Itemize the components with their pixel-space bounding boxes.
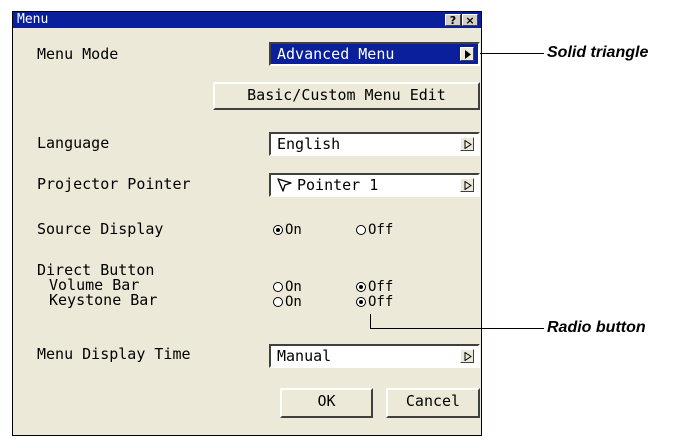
window-title: Menu [17,12,49,27]
radio-unselected-icon [356,225,366,235]
outline-triangle-icon[interactable] [460,137,474,151]
volume-bar-on-radio[interactable]: On [273,279,302,295]
source-display-label: Source Display [37,220,164,238]
source-display-on-radio[interactable]: On [273,222,302,238]
language-value: English [277,135,341,153]
help-button[interactable]: ? [445,14,461,27]
ok-button[interactable]: OK [280,388,373,418]
projector-pointer-value: Pointer 1 [297,176,379,194]
menu-dialog: Menu ? × Menu Mode Advanced Menu Basic/C… [12,11,482,436]
annotation-leader-line [480,53,544,54]
outline-triangle-icon[interactable] [460,349,474,363]
volume-bar-off-radio[interactable]: Off [356,279,393,295]
cancel-button[interactable]: Cancel [386,388,480,418]
keystone-bar-off-radio[interactable]: Off [356,294,393,310]
close-button[interactable]: × [462,14,478,27]
radio-unselected-icon [273,282,283,292]
menu-display-time-select[interactable]: Manual [269,344,480,368]
basic-custom-menu-edit-button[interactable]: Basic/Custom Menu Edit [213,82,480,110]
language-label: Language [37,134,110,152]
source-display-off-radio[interactable]: Off [356,222,393,238]
projector-pointer-label: Projector Pointer [37,175,191,193]
annotation-leader-line [370,314,371,329]
menu-display-time-value: Manual [277,347,332,365]
language-select[interactable]: English [269,132,480,156]
annotation-leader-line [370,328,544,329]
menu-mode-value: Advanced Menu [277,45,395,63]
menu-mode-select[interactable]: Advanced Menu [269,42,480,66]
solid-triangle-annotation: Solid triangle [547,44,649,61]
radio-selected-icon [356,282,366,292]
keystone-bar-on-radio[interactable]: On [273,294,302,310]
menu-mode-label: Menu Mode [37,45,119,63]
menu-display-time-label: Menu Display Time [37,345,191,363]
solid-triangle-icon[interactable] [460,47,474,61]
radio-button-annotation: Radio button [547,319,646,336]
title-bar: Menu ? × [13,12,481,28]
pointer-cursor-icon [277,177,293,197]
radio-selected-icon [356,297,366,307]
keystone-bar-label: Keystone Bar [49,291,158,309]
radio-unselected-icon [273,297,283,307]
projector-pointer-select[interactable]: Pointer 1 [269,173,480,197]
outline-triangle-icon[interactable] [460,178,474,192]
radio-selected-icon [273,225,283,235]
